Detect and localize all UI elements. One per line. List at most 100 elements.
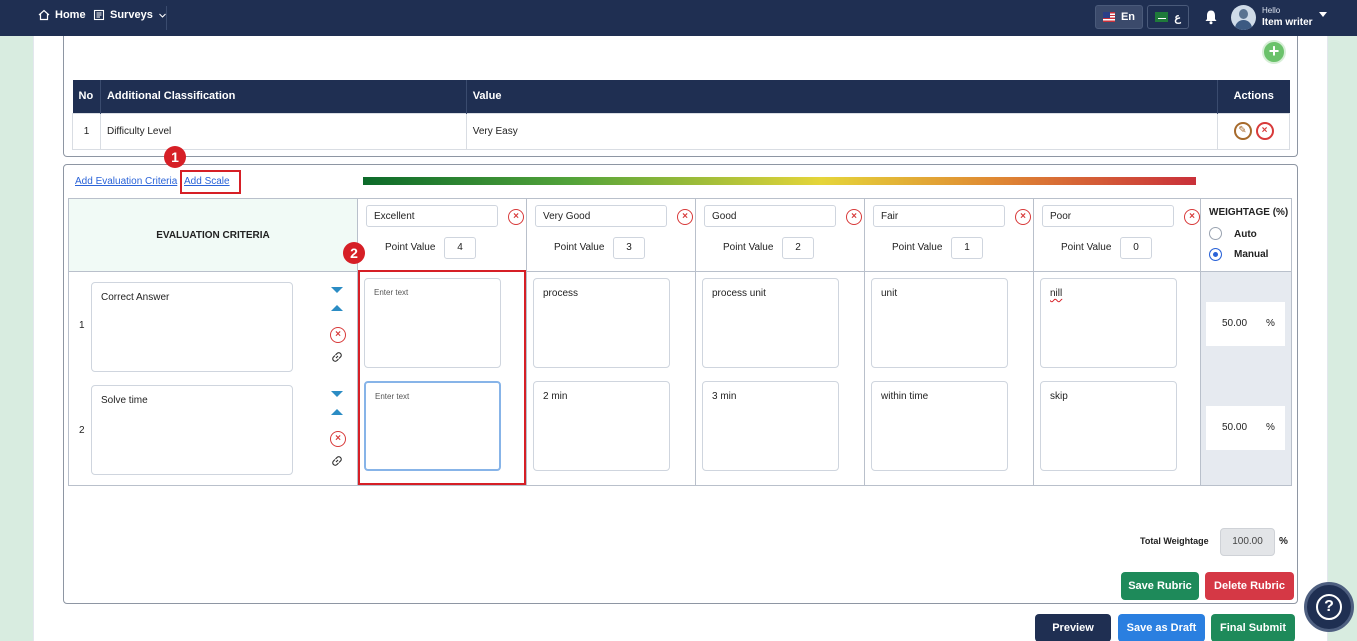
scale-column-very-good: process 2 min [527,272,696,486]
remove-scale-icon[interactable]: × [1184,209,1200,225]
col-header-actions: Actions [1217,80,1290,113]
scale-name-input[interactable]: Excellent [366,205,498,227]
lang-ar-button[interactable]: ع [1147,5,1189,29]
scale-column-good: process unit 3 min [696,272,865,486]
criteria-name-input[interactable]: Solve time [91,385,293,475]
rubric-grid: EVALUATION CRITERIA Excellent × Point Va… [68,198,1292,486]
annotation-badge-2: 2 [343,242,365,264]
link-icon[interactable] [330,350,344,364]
scale-name-input[interactable]: Fair [873,205,1005,227]
table-header-row: No Additional Classification Value Actio… [72,80,1290,113]
move-up-icon[interactable] [331,409,343,415]
final-submit-button[interactable]: Final Submit [1211,614,1295,641]
point-value-label: Point Value [554,242,605,253]
excellent-column-highlight [358,270,526,485]
scale-name-input[interactable]: Good [704,205,836,227]
description-input[interactable]: nill [1040,278,1177,368]
user-name[interactable]: Item writer [1262,17,1313,28]
remove-scale-icon[interactable]: × [508,209,524,225]
preview-button[interactable]: Preview [1035,614,1111,641]
col-header-classification: Additional Classification [100,80,467,113]
point-value-input[interactable]: 3 [613,237,645,259]
avatar[interactable] [1231,5,1256,30]
weightage-auto-radio[interactable] [1209,227,1222,240]
remove-criteria-icon[interactable]: × [330,327,346,343]
col-header-no: No [72,80,101,113]
link-icon[interactable] [330,454,344,468]
remove-scale-icon[interactable]: × [846,209,862,225]
point-value-label: Point Value [1061,242,1112,253]
total-weightage-label: Total Weightage [1140,536,1209,546]
surveys-icon [93,9,105,21]
description-input[interactable]: unit [871,278,1008,368]
move-down-icon[interactable] [331,391,343,397]
top-navbar: Home Surveys En ع Hello Item writer [0,0,1357,36]
delete-icon[interactable]: × [1255,122,1274,140]
saudi-flag-icon [1155,12,1169,22]
description-input[interactable]: process [533,278,670,368]
nav-home-label: Home [55,9,86,21]
edit-icon[interactable]: ✎ [1233,122,1252,140]
lang-en-button[interactable]: En [1095,5,1143,29]
row-value: Very Easy [465,112,1219,150]
lang-en-label: En [1120,11,1135,23]
scale-header-fair: Fair × Point Value 1 [865,199,1034,272]
caret-down-icon[interactable] [1319,12,1327,17]
avatar-body [1235,20,1252,30]
weightage-value: 50.00 [1222,318,1248,329]
description-input[interactable]: process unit [702,278,839,368]
delete-rubric-button[interactable]: Delete Rubric [1205,572,1294,600]
bell-icon[interactable] [1204,9,1218,25]
scale-name-input[interactable]: Very Good [535,205,667,227]
percent-sign: % [1266,422,1275,433]
scale-column-poor: nill skip [1034,272,1201,486]
nav-home[interactable]: Home [38,9,86,21]
avatar-head [1239,9,1248,19]
save-rubric-button[interactable]: Save Rubric [1121,572,1199,600]
point-value-label: Point Value [385,242,436,253]
col-header-value: Value [466,80,1219,113]
add-classification-button[interactable]: + [1262,40,1286,64]
table-row: 1 Difficulty Level Very Easy ✎ × [72,112,1290,150]
scale-header-good: Good × Point Value 2 [696,199,865,272]
add-evaluation-criteria-link[interactable]: Add Evaluation Criteria [75,176,177,187]
point-value-input[interactable]: 4 [444,237,476,259]
scale-name-input[interactable]: Poor [1042,205,1174,227]
criteria-row-number: 1 [79,320,85,331]
weightage-input[interactable]: 50.00 % [1206,406,1285,450]
move-down-icon[interactable] [331,287,343,293]
description-input[interactable]: 2 min [533,381,670,471]
lang-ar-label: ع [1174,11,1181,24]
help-button[interactable]: ? [1304,582,1354,632]
criteria-column: 1 Correct Answer × 2 Solve time × [69,272,358,486]
nav-divider [166,6,167,30]
weightage-input[interactable]: 50.00 % [1206,302,1285,346]
scale-header-very-good: Very Good × Point Value 3 [527,199,696,272]
scale-header-excellent: Excellent × Point Value 4 [358,199,527,272]
move-up-icon[interactable] [331,305,343,311]
description-text: nill [1050,288,1063,299]
annotation-badge-1: 1 [164,146,186,168]
point-value-input[interactable]: 0 [1120,237,1152,259]
description-input[interactable]: skip [1040,381,1177,471]
remove-criteria-icon[interactable]: × [330,431,346,447]
help-icon: ? [1316,594,1342,620]
user-greeting: Hello [1262,6,1281,15]
criteria-name-input[interactable]: Correct Answer [91,282,293,372]
criteria-row-number: 2 [79,425,85,436]
nav-surveys[interactable]: Surveys [93,9,167,21]
remove-scale-icon[interactable]: × [1015,209,1031,225]
weightage-manual-radio[interactable] [1209,248,1222,261]
save-as-draft-button[interactable]: Save as Draft [1118,614,1205,641]
point-value-input[interactable]: 1 [951,237,983,259]
description-input[interactable]: within time [871,381,1008,471]
weightage-title: WEIGHTAGE (%) [1209,207,1289,218]
weightage-auto-label: Auto [1234,229,1257,240]
point-value-label: Point Value [723,242,774,253]
point-value-input[interactable]: 2 [782,237,814,259]
criteria-header: EVALUATION CRITERIA [69,199,358,272]
description-input[interactable]: 3 min [702,381,839,471]
scale-header-poor: Poor × Point Value 0 [1034,199,1201,272]
weightage-column: 50.00 % 50.00 % [1201,272,1292,486]
remove-scale-icon[interactable]: × [677,209,693,225]
